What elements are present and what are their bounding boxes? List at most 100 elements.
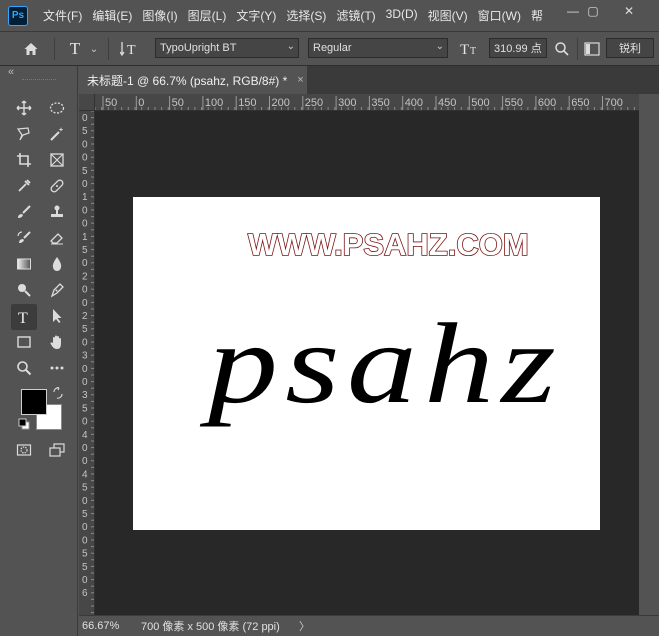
font-size-icon: TT xyxy=(458,39,484,59)
type-tool-preset-icon[interactable]: T xyxy=(64,38,86,60)
menu-select[interactable]: 选择(S) xyxy=(281,7,331,24)
collapse-panel-button[interactable]: « xyxy=(8,66,14,78)
close-window-button[interactable]: ✕ xyxy=(612,0,646,22)
menu-view[interactable]: 视图(V) xyxy=(423,7,473,24)
ruler-label: 0 xyxy=(138,97,144,109)
ruler-label: 100 xyxy=(205,97,223,109)
close-tab-icon[interactable]: × xyxy=(297,74,303,86)
quick-mask-icon[interactable] xyxy=(13,439,35,461)
ruler-label: 50 xyxy=(172,97,184,109)
ruler-label: 0 xyxy=(82,337,88,348)
eraser-tool-icon[interactable] xyxy=(46,227,68,249)
menu-layer[interactable]: 图层(L) xyxy=(183,7,232,24)
ruler-label: 0 xyxy=(82,377,88,388)
ruler-label: 3 xyxy=(82,390,88,401)
font-style-dropdown[interactable]: Regular ⌄ xyxy=(308,38,448,58)
ruler-label: 300 xyxy=(338,97,356,109)
horizontal-ruler[interactable]: 50 0 50 100 150 200 250 300 350 400 450 500 550 600 65… xyxy=(95,94,639,111)
default-colors-icon[interactable] xyxy=(18,418,30,430)
ruler-label: 650 xyxy=(571,97,589,109)
ruler-label: 0 xyxy=(82,496,88,507)
ruler-label: 0 xyxy=(82,364,88,375)
right-panel-edge xyxy=(639,94,659,615)
blur-tool-icon[interactable] xyxy=(46,253,68,275)
frame-tool-icon[interactable] xyxy=(46,149,68,171)
divider xyxy=(54,38,55,60)
zoom-level-field[interactable]: 66.67% xyxy=(79,620,135,632)
options-bar: T ⌄ T TypoUpright BT ⌄ Regular ⌄ TT 310.… xyxy=(0,32,659,66)
foreground-color-swatch[interactable] xyxy=(21,389,47,415)
menu-type[interactable]: 文字(Y) xyxy=(231,7,281,24)
search-icon[interactable] xyxy=(551,39,573,59)
chevron-down-icon[interactable]: ⌄ xyxy=(88,40,100,58)
divider xyxy=(108,38,109,60)
ruler-label: 0 xyxy=(82,285,88,296)
ruler-origin[interactable] xyxy=(79,94,95,111)
document-info: 700 像素 x 500 像素 (72 ppi) xyxy=(141,621,280,633)
ruler-label: 150 xyxy=(238,97,256,109)
font-size-field[interactable]: 310.99 点 xyxy=(489,38,547,58)
vertical-ruler[interactable]: 0 5 0 0 5 0 1 0 0 1 5 0 2 0 0 2 5 0 3 0 0 3 5 0 4 0 0 4 5 0 5 0 0 5 5 0 6 xyxy=(79,111,95,615)
ruler-label: 0 xyxy=(82,258,88,269)
screen-mode-icon[interactable] xyxy=(46,439,68,461)
document-canvas[interactable]: WWW.PSAHZ.COM psahz xyxy=(133,197,600,530)
divider xyxy=(577,38,578,60)
font-family-dropdown[interactable]: TypoUpright BT ⌄ xyxy=(155,38,299,58)
font-size-value: 310.99 点 xyxy=(494,43,542,55)
svg-text:T: T xyxy=(18,310,28,325)
ruler-label: 250 xyxy=(305,97,323,109)
crop-tool-icon[interactable] xyxy=(13,149,35,171)
ruler-label: 450 xyxy=(438,97,456,109)
marquee-tool-icon[interactable] xyxy=(46,97,68,119)
lasso-tool-icon[interactable] xyxy=(13,123,35,145)
chevron-right-icon[interactable]: 〉 xyxy=(299,618,310,634)
eyedropper-tool-icon[interactable] xyxy=(13,175,35,197)
clone-stamp-tool-icon[interactable] xyxy=(46,201,68,223)
photoshop-logo-icon: Ps xyxy=(8,5,28,26)
ruler-label: 500 xyxy=(471,97,489,109)
history-brush-tool-icon[interactable] xyxy=(13,227,35,249)
pen-tool-icon[interactable] xyxy=(46,279,68,301)
restore-button[interactable]: ▢ xyxy=(576,0,610,22)
ruler-label: 0 xyxy=(82,113,88,124)
rectangle-tool-icon[interactable] xyxy=(13,331,35,353)
menu-file[interactable]: 文件(F) xyxy=(38,7,87,24)
document-tab[interactable]: 未标题-1 @ 66.7% (psahz, RGB/8#) * × xyxy=(79,66,307,94)
home-icon[interactable] xyxy=(20,39,42,59)
ruler-label: 0 xyxy=(82,153,88,164)
zoom-tool-icon[interactable] xyxy=(13,357,35,379)
ruler-label: 0 xyxy=(82,443,88,454)
more-tools-icon[interactable] xyxy=(46,357,68,379)
menu-filter[interactable]: 滤镜(T) xyxy=(331,7,380,24)
panel-toggle-icon[interactable] xyxy=(582,40,602,58)
move-tool-icon[interactable] xyxy=(13,97,35,119)
menu-window[interactable]: 窗口(W) xyxy=(473,7,526,24)
menu-3d[interactable]: 3D(D) xyxy=(381,7,423,24)
ruler-label: 0 xyxy=(82,575,88,586)
brush-tool-icon[interactable] xyxy=(13,201,35,223)
psahz-text-layer[interactable]: psahz xyxy=(199,300,563,427)
ruler-label: 600 xyxy=(538,97,556,109)
dodge-tool-icon[interactable] xyxy=(13,279,35,301)
ruler-label: 5 xyxy=(82,126,88,137)
swap-colors-icon[interactable] xyxy=(52,386,64,399)
ruler-label: 0 xyxy=(82,522,88,533)
menu-image[interactable]: 图像(I) xyxy=(137,7,182,24)
panel-grip[interactable] xyxy=(22,79,56,81)
ruler-label: 4 xyxy=(82,469,88,480)
antialias-dropdown[interactable]: 锐利 xyxy=(606,38,654,58)
ruler-label: 5 xyxy=(82,509,88,520)
type-tool-icon[interactable]: T xyxy=(11,304,37,330)
ruler-label: 0 xyxy=(82,417,88,428)
text-orientation-icon[interactable]: T xyxy=(118,39,142,59)
ruler-label: 3 xyxy=(82,351,88,362)
hand-tool-icon[interactable] xyxy=(46,331,68,353)
svg-text:T: T xyxy=(460,42,469,58)
magic-wand-tool-icon[interactable] xyxy=(46,123,68,145)
menu-help[interactable]: 帮 xyxy=(526,7,548,24)
healing-brush-tool-icon[interactable] xyxy=(46,175,68,197)
menu-edit[interactable]: 编辑(E) xyxy=(87,7,137,24)
path-selection-tool-icon[interactable] xyxy=(46,305,68,327)
canvas-workspace[interactable]: WWW.PSAHZ.COM psahz xyxy=(95,111,639,615)
gradient-tool-icon[interactable] xyxy=(13,253,35,275)
